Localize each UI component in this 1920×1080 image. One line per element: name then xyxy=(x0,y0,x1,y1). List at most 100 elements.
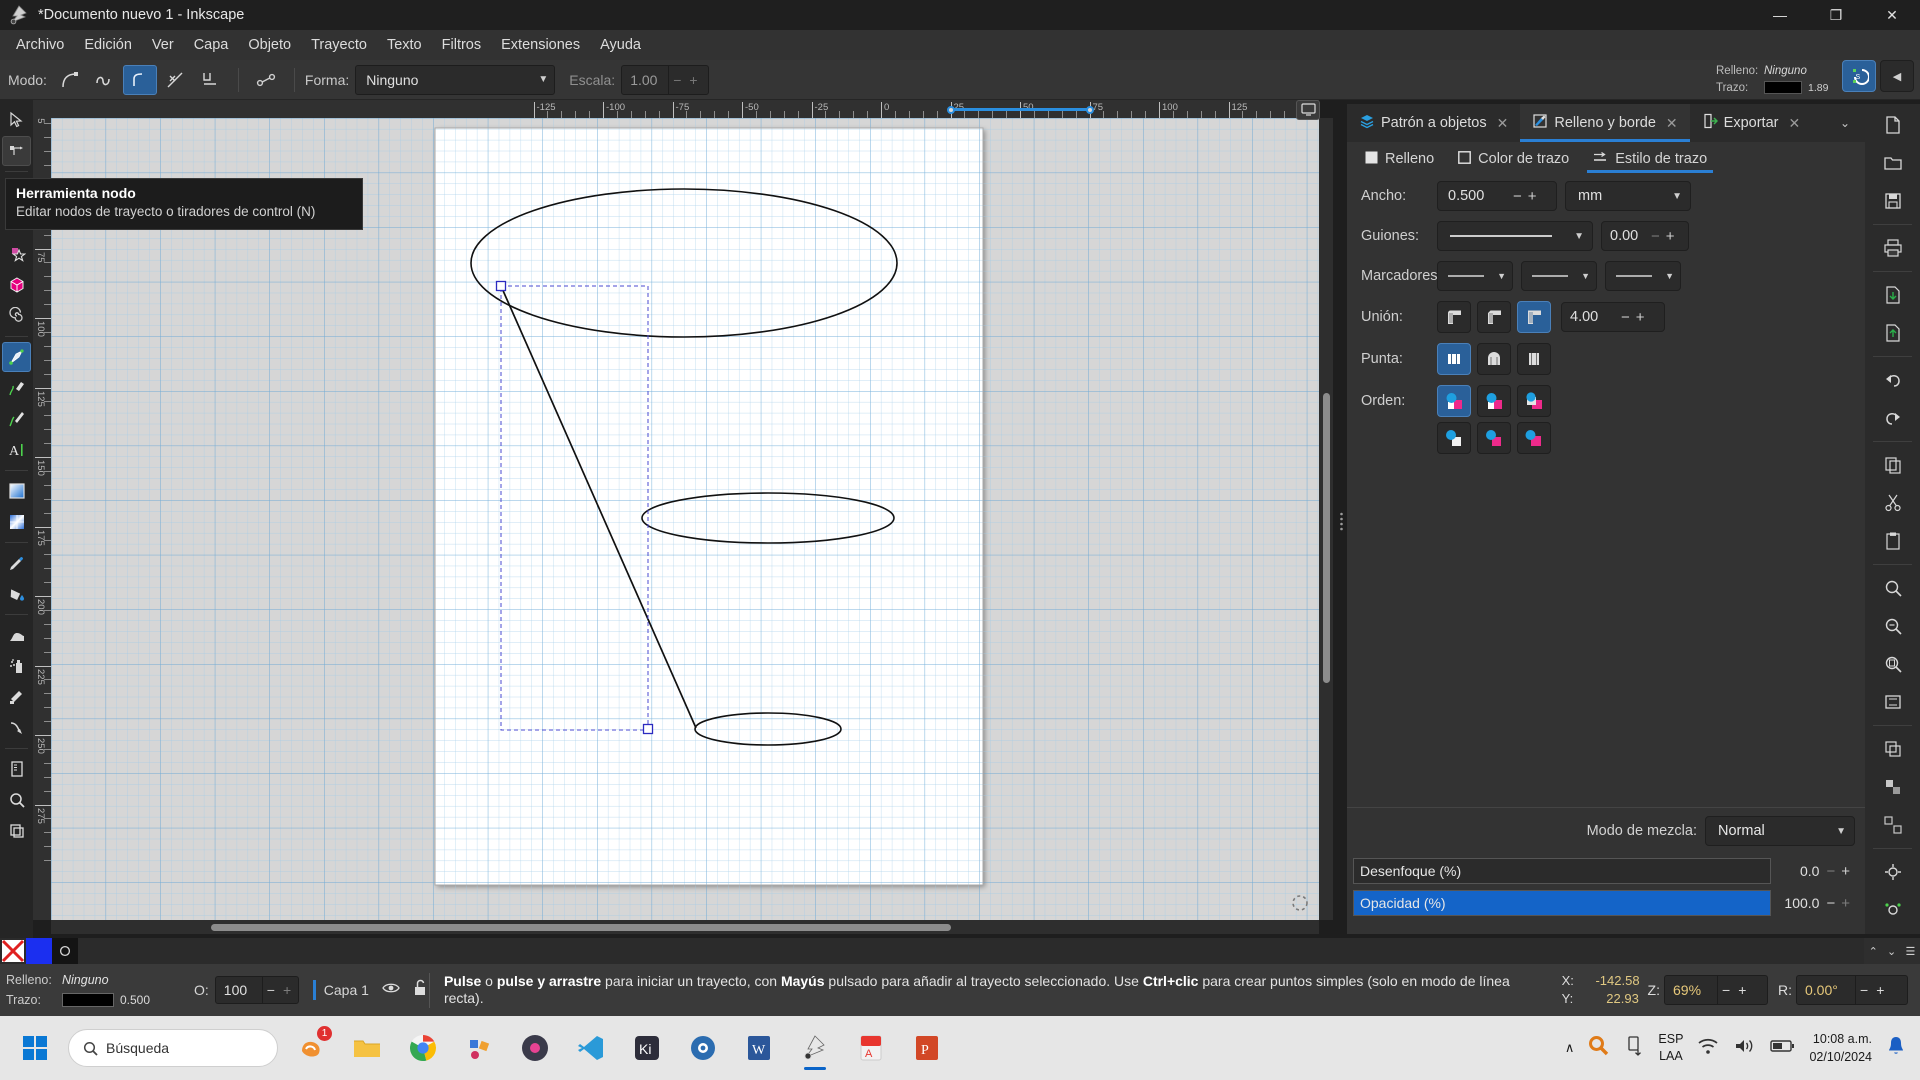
taskbar-app-file-explorer[interactable] xyxy=(344,1024,390,1072)
scale-decrement[interactable]: − xyxy=(668,65,685,94)
rotation-spinner[interactable]: 0.00° − + xyxy=(1796,975,1908,1005)
menu-ayuda[interactable]: Ayuda xyxy=(590,33,651,57)
order-markers-fill-stroke-button[interactable] xyxy=(1517,385,1551,417)
join-round-button[interactable] xyxy=(1437,301,1471,333)
save-document-button[interactable] xyxy=(1876,184,1910,218)
ungroup-button[interactable] xyxy=(1876,808,1910,842)
tray-notifications-icon[interactable] xyxy=(1886,1035,1906,1062)
dash-pattern-select[interactable]: ▼ xyxy=(1437,221,1593,251)
menu-texto[interactable]: Texto xyxy=(377,33,432,57)
cap-butt-button[interactable] xyxy=(1437,343,1471,375)
rotation-increment[interactable]: + xyxy=(1872,976,1888,1004)
redo-button[interactable] xyxy=(1876,401,1910,435)
tray-search-icon[interactable] xyxy=(1588,1035,1610,1062)
node-tool[interactable] xyxy=(2,136,31,166)
subtab-relleno[interactable]: Relleno xyxy=(1355,146,1444,173)
marker-mid-select[interactable]: ▼ xyxy=(1521,261,1597,291)
vscroll-thumb[interactable] xyxy=(1323,393,1330,683)
hscroll-thumb[interactable] xyxy=(211,924,951,931)
status-opacity-spinner[interactable]: 100 − + xyxy=(214,976,299,1004)
stroke-width-decrement[interactable]: − xyxy=(1510,188,1525,205)
dash-offset-decrement[interactable]: − xyxy=(1648,228,1663,245)
miter-limit-decrement[interactable]: − xyxy=(1618,309,1633,326)
status-layer-name[interactable]: Capa 1 xyxy=(324,982,369,998)
dock-tabs-overflow-button[interactable]: ⌄ xyxy=(1825,104,1865,142)
order-fill-stroke-markers-button[interactable] xyxy=(1437,385,1471,417)
ruler-guide-handle[interactable] xyxy=(946,105,955,114)
tab-patron-a-objetos[interactable]: Patrón a objetos ✕ xyxy=(1347,104,1520,142)
start-button[interactable] xyxy=(12,1024,58,1072)
taskbar-app-powerpoint[interactable]: P xyxy=(904,1024,950,1072)
tray-battery-icon[interactable] xyxy=(1769,1037,1795,1060)
mode-bezier-button[interactable] xyxy=(53,65,87,95)
desktop-color-toggle-button[interactable] xyxy=(1296,100,1320,120)
text-tool[interactable]: A xyxy=(2,435,31,465)
blend-mode-select[interactable]: Normal ▼ xyxy=(1705,816,1855,846)
palette-none-swatch[interactable] xyxy=(0,938,26,964)
new-document-button[interactable] xyxy=(1876,108,1910,142)
menu-capa[interactable]: Capa xyxy=(184,33,239,57)
tab-close-icon[interactable]: ✕ xyxy=(1788,115,1800,132)
taskbar-app-acrobat[interactable]: A xyxy=(848,1024,894,1072)
taskbar-app-copilot[interactable]: 1 xyxy=(288,1024,334,1072)
tray-language-indicator[interactable]: ESP LAA xyxy=(1658,1031,1683,1066)
stroke-width-unit-select[interactable]: mm ▼ xyxy=(1565,181,1691,211)
cap-square-button[interactable] xyxy=(1517,343,1551,375)
taskbar-app-figma[interactable] xyxy=(512,1024,558,1072)
subtab-color-de-trazo[interactable]: Color de trazo xyxy=(1448,146,1579,173)
join-miter-button[interactable] xyxy=(1517,301,1551,333)
mode-spiro-button[interactable] xyxy=(88,65,122,95)
calligraphy-tool[interactable] xyxy=(2,404,31,434)
dash-offset-increment[interactable]: + xyxy=(1663,228,1678,245)
palette-scroll-up-button[interactable]: ⌃ xyxy=(1869,945,1878,958)
zoom-spinner[interactable]: 69% − + xyxy=(1664,975,1768,1005)
taskbar-app-inkscape[interactable] xyxy=(792,1024,838,1072)
zoom-decrement[interactable]: − xyxy=(1717,976,1734,1004)
zoom-fit-button[interactable] xyxy=(1876,685,1910,719)
subtab-estilo-de-trazo[interactable]: Estilo de trazo xyxy=(1583,146,1717,173)
measure-tool[interactable] xyxy=(2,816,31,846)
menu-trayecto[interactable]: Trayecto xyxy=(301,33,377,57)
order-variant-6-button[interactable] xyxy=(1517,422,1551,454)
zoom-drawing-button[interactable] xyxy=(1876,609,1910,643)
copy-button[interactable] xyxy=(1876,448,1910,482)
tray-wifi-icon[interactable] xyxy=(1697,1036,1719,1061)
layer-lock-icon[interactable] xyxy=(413,979,429,1001)
menu-edicion[interactable]: Edición xyxy=(74,33,142,57)
status-stroke-swatch[interactable] xyxy=(62,993,114,1007)
paste-button[interactable] xyxy=(1876,524,1910,558)
vertical-scrollbar[interactable] xyxy=(1319,118,1333,920)
tweak-tool[interactable] xyxy=(2,620,31,650)
stroke-color-swatch[interactable] xyxy=(1764,81,1802,94)
status-stroke-width[interactable]: 0.500 xyxy=(120,993,150,1007)
palette-unset-swatch[interactable] xyxy=(52,938,78,964)
paintbucket-tool[interactable] xyxy=(2,579,31,609)
pencil-tool[interactable] xyxy=(2,373,31,403)
connector-tool[interactable] xyxy=(2,713,31,743)
dropper-tool[interactable] xyxy=(2,548,31,578)
stroke-width-spinner[interactable]: 0.500 − + xyxy=(1437,181,1557,211)
scale-increment[interactable]: + xyxy=(685,66,701,94)
zoom-tool[interactable] xyxy=(2,785,31,815)
status-fill-value[interactable]: Ninguno xyxy=(62,973,109,987)
palette-scroll-down-button[interactable]: ⌄ xyxy=(1887,945,1896,958)
blur-slider[interactable]: Desenfoque (%) xyxy=(1353,858,1772,884)
scale-spinner[interactable]: 1.00 − + xyxy=(621,64,710,95)
export-button[interactable] xyxy=(1876,316,1910,350)
undo-button[interactable] xyxy=(1876,363,1910,397)
close-button[interactable]: ✕ xyxy=(1864,0,1920,30)
menu-extensiones[interactable]: Extensiones xyxy=(491,33,590,57)
tab-exportar[interactable]: Exportar ✕ xyxy=(1690,104,1813,142)
selector-tool[interactable] xyxy=(2,105,31,135)
zoom-selection-button[interactable] xyxy=(1876,571,1910,605)
menu-archivo[interactable]: Archivo xyxy=(6,33,74,57)
taskbar-app-vscode[interactable] xyxy=(568,1024,614,1072)
zoom-page-button[interactable] xyxy=(1876,647,1910,681)
taskbar-app-inkscape-alt[interactable] xyxy=(456,1024,502,1072)
menu-ver[interactable]: Ver xyxy=(142,33,184,57)
join-bevel-button[interactable] xyxy=(1477,301,1511,333)
print-button[interactable] xyxy=(1876,231,1910,265)
mode-straight-button[interactable] xyxy=(158,65,192,95)
ruler-guide-handle[interactable] xyxy=(1085,105,1094,114)
menu-filtros[interactable]: Filtros xyxy=(432,33,491,57)
